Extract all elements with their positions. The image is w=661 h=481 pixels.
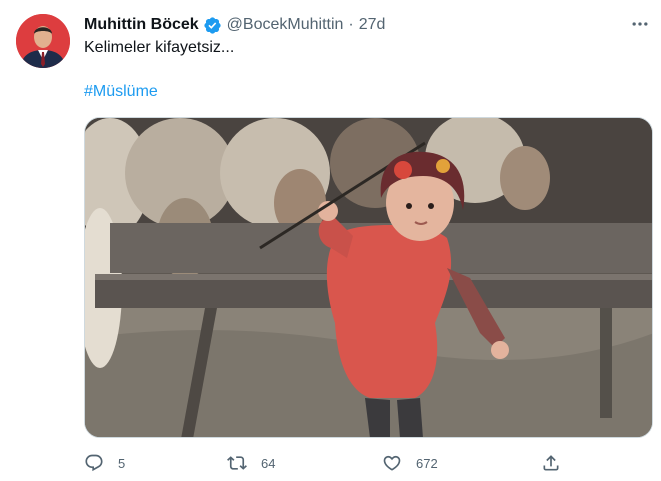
tweet[interactable]: Muhittin Böcek @BocekMuhittin · 27d Keli… — [0, 0, 661, 481]
tweet-text: Kelimeler kifayetsiz... — [84, 39, 235, 56]
like-count: 672 — [416, 455, 438, 471]
hashtag-link[interactable]: #Müslüme — [84, 82, 158, 102]
heart-icon — [382, 453, 402, 473]
tweet-header: Muhittin Böcek @BocekMuhittin · 27d — [84, 14, 385, 36]
reply-count: 5 — [118, 455, 126, 471]
retweet-count: 64 — [261, 455, 276, 471]
like-button[interactable]: 672 — [382, 450, 438, 476]
more-options-button[interactable] — [626, 12, 654, 36]
separator-dot: · — [348, 16, 354, 33]
retweet-icon — [227, 453, 247, 473]
retweet-button[interactable]: 64 — [227, 450, 275, 476]
photo-child-with-sheep — [85, 118, 652, 437]
reply-button[interactable]: 5 — [84, 450, 125, 476]
tweet-timestamp[interactable]: 27d — [359, 16, 386, 34]
avatar[interactable] — [16, 14, 70, 68]
more-horizontal-icon — [632, 22, 648, 26]
tweet-photo[interactable] — [84, 117, 653, 438]
share-button[interactable] — [541, 450, 561, 476]
share-icon — [541, 453, 561, 473]
avatar-image — [16, 14, 70, 68]
user-handle[interactable]: @BocekMuhittin — [227, 16, 344, 34]
reply-icon — [84, 453, 104, 473]
display-name[interactable]: Muhittin Böcek — [84, 16, 199, 34]
tweet-action-bar: 5 64 672 — [84, 450, 564, 476]
verified-badge-icon — [203, 16, 222, 35]
